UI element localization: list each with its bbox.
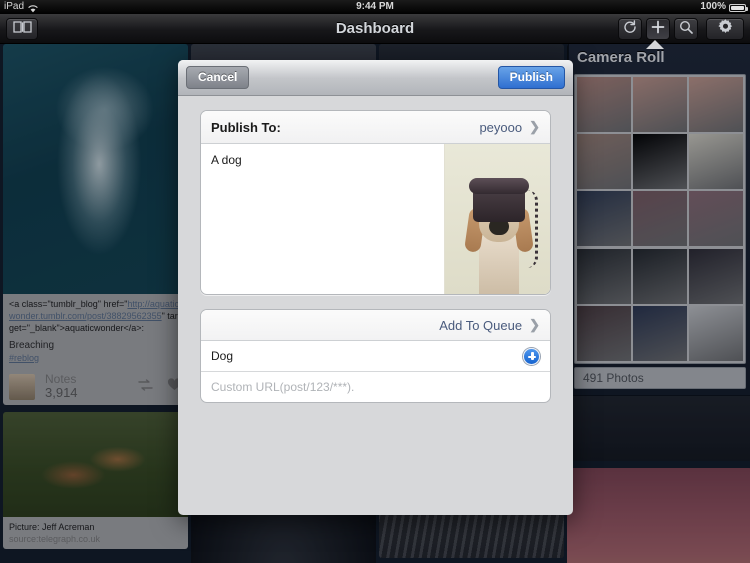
publish-to-label: Publish To: (211, 119, 281, 135)
compose-area: A dog (201, 144, 550, 294)
clock: 9:44 PM (356, 1, 394, 12)
tag-value: Dog (211, 349, 234, 363)
attached-image[interactable] (444, 144, 550, 294)
cancel-button[interactable]: Cancel (186, 66, 250, 89)
publish-to-value: peyooo (479, 119, 523, 135)
nav-bar: Dashboard (0, 14, 750, 44)
plus-icon (651, 20, 665, 39)
status-right: 100% (700, 0, 748, 14)
custom-url-input[interactable]: Custom URL(post/123/***). (201, 372, 550, 402)
add-to-queue-label: Add To Queue (439, 317, 523, 333)
dog-with-telephone-photo (445, 144, 550, 294)
gear-icon (717, 18, 734, 40)
tag-row[interactable]: Dog (201, 341, 550, 372)
refresh-icon (623, 19, 637, 39)
settings-button[interactable] (706, 18, 744, 40)
popover-arrow (646, 40, 664, 49)
plus-circle-icon[interactable] (523, 347, 540, 365)
status-bar: iPad 9:44 PM 100% (0, 0, 750, 14)
books-button[interactable] (6, 18, 38, 40)
search-button[interactable] (674, 18, 698, 40)
battery-icon (729, 4, 748, 12)
chevron-right-icon: ❯ (529, 119, 540, 134)
publish-button[interactable]: Publish (497, 66, 565, 89)
options-card: Add To Queue ❯ Dog Custom URL(post/123/*… (200, 309, 551, 403)
search-icon (679, 20, 693, 39)
publish-dialog[interactable]: Cancel Publish Publish To: peyooo ❯ A do… (178, 60, 573, 515)
add-to-queue-row[interactable]: Add To Queue ❯ (201, 310, 550, 341)
battery-percent: 100% (700, 1, 726, 12)
book-icon (12, 20, 32, 38)
refresh-button[interactable] (618, 18, 642, 40)
telephone-handset (469, 178, 529, 194)
add-button[interactable] (646, 18, 670, 40)
dialog-toolbar: Cancel Publish (178, 60, 573, 96)
publish-to-row[interactable]: Publish To: peyooo ❯ (201, 111, 550, 144)
compose-card: Publish To: peyooo ❯ A dog (200, 110, 551, 295)
caption-input[interactable]: A dog (201, 144, 444, 294)
chevron-right-icon: ❯ (529, 317, 540, 332)
